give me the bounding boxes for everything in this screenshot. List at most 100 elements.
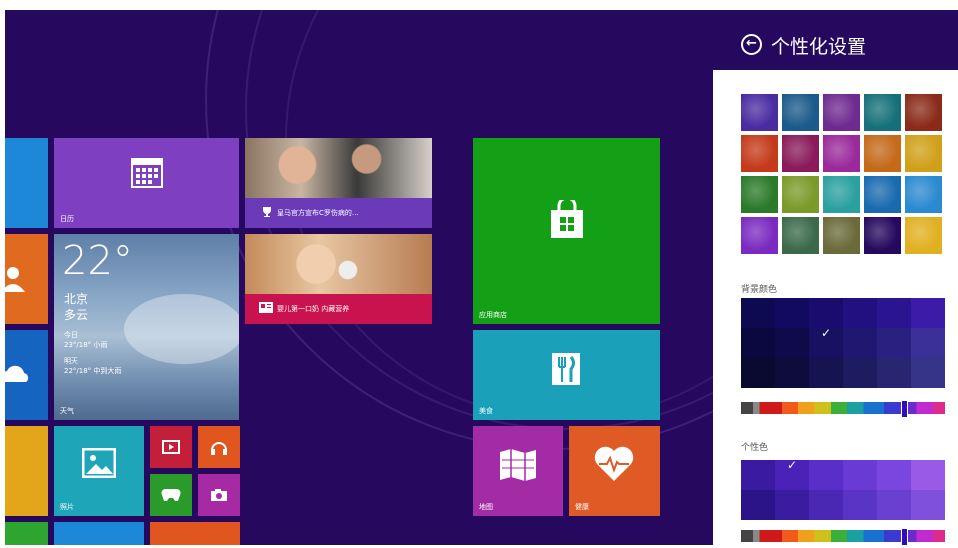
background-pattern-option[interactable] — [905, 94, 942, 131]
background-pattern-option[interactable] — [782, 135, 819, 172]
tile-photos[interactable]: 照片 — [54, 426, 144, 516]
color-swatch[interactable] — [843, 358, 877, 388]
hue-slider-thumb[interactable] — [901, 528, 908, 545]
hue-slider-track[interactable] — [741, 402, 945, 414]
tile-camera[interactable] — [198, 474, 240, 516]
color-swatch[interactable] — [741, 490, 775, 520]
tile-people[interactable] — [5, 234, 48, 324]
background-color-label: 背景颜色 — [741, 285, 778, 295]
color-swatch[interactable] — [809, 298, 843, 328]
background-pattern-option[interactable] — [741, 94, 778, 131]
store-bag-icon — [551, 200, 583, 238]
heart-pulse-icon — [594, 446, 634, 481]
start-screen-background: 日历 22° 北京 多云 今日 23°/18° 小雨 明天 22°/18° 中到… — [5, 10, 713, 545]
background-pattern-option[interactable] — [823, 217, 860, 254]
calendar-label: 日历 — [60, 215, 74, 223]
weather-tomorrow-forecast: 22°/18° 中到大雨 — [64, 367, 122, 375]
tile-music[interactable] — [198, 426, 240, 468]
photo-icon — [82, 448, 116, 478]
windows-start-screen: 日历 22° 北京 多云 今日 23°/18° 小雨 明天 22°/18° 中到… — [0, 0, 958, 548]
color-swatch[interactable] — [809, 490, 843, 520]
color-swatch[interactable] — [741, 298, 775, 328]
color-swatch[interactable] — [877, 460, 911, 490]
color-swatch[interactable] — [775, 358, 809, 388]
tile-games[interactable] — [150, 474, 192, 516]
background-pattern-option[interactable] — [864, 94, 901, 131]
people-icon — [5, 267, 25, 292]
color-swatch[interactable] — [911, 490, 945, 520]
color-swatch[interactable] — [741, 358, 775, 388]
background-pattern-option[interactable] — [741, 176, 778, 213]
color-swatch[interactable] — [809, 460, 843, 490]
background-pattern-option[interactable] — [905, 176, 942, 213]
back-arrow-circle-icon[interactable]: ← — [741, 34, 762, 55]
color-swatch[interactable] — [843, 460, 877, 490]
tile-food[interactable]: 美食 — [473, 330, 660, 420]
weather-temp: 22° — [62, 238, 133, 284]
hue-slider-thumb[interactable] — [901, 400, 908, 418]
background-pattern-option[interactable] — [905, 135, 942, 172]
tile-news-sports[interactable]: 皇马官方宣布C罗伤病的… — [245, 138, 432, 228]
weather-label: 天气 — [60, 407, 74, 415]
color-swatch[interactable] — [775, 298, 809, 328]
color-swatch[interactable] — [877, 490, 911, 520]
color-swatch[interactable] — [877, 298, 911, 328]
color-swatch[interactable] — [741, 328, 775, 358]
weather-condition: 多云 — [64, 308, 89, 322]
panel-title: 个性化设置 — [771, 36, 867, 58]
tile-partial-bottom-orange[interactable] — [150, 522, 240, 545]
weather-today-label: 今日 — [64, 331, 78, 339]
background-pattern-option[interactable] — [741, 217, 778, 254]
color-swatch[interactable] — [809, 358, 843, 388]
background-pattern-option[interactable] — [782, 94, 819, 131]
news-icon — [259, 302, 273, 313]
background-pattern-option[interactable] — [864, 217, 901, 254]
selected-check-icon: ✓ — [787, 458, 798, 472]
background-pattern-option[interactable] — [823, 135, 860, 172]
fork-knife-icon — [552, 353, 580, 385]
weather-clouds — [124, 294, 239, 364]
tile-video[interactable] — [150, 426, 192, 468]
tile-partial-green[interactable] — [5, 522, 48, 545]
color-swatch[interactable] — [911, 358, 945, 388]
tile-maps[interactable]: 地图 — [473, 426, 563, 516]
background-pattern-option[interactable] — [823, 176, 860, 213]
background-pattern-option[interactable] — [741, 135, 778, 172]
selected-check-icon: ✓ — [821, 326, 832, 340]
background-pattern-option[interactable] — [905, 217, 942, 254]
tile-news-health[interactable]: 婴儿第一口奶 内藏营养 — [245, 234, 432, 324]
tile-onedrive[interactable] — [5, 330, 48, 420]
video-icon — [162, 440, 180, 454]
background-pattern-option[interactable] — [823, 94, 860, 131]
background-pattern-option[interactable] — [864, 176, 901, 213]
color-swatch[interactable] — [775, 328, 809, 358]
color-swatch[interactable] — [843, 490, 877, 520]
color-swatch[interactable] — [911, 328, 945, 358]
accent-color-label: 个性色 — [741, 443, 769, 453]
color-swatch[interactable] — [843, 298, 877, 328]
background-pattern-option[interactable] — [864, 135, 901, 172]
gamepad-icon — [161, 489, 181, 501]
news-photo-baby — [245, 234, 432, 294]
color-swatch[interactable] — [911, 298, 945, 328]
tile-calendar[interactable]: 日历 — [54, 138, 239, 228]
background-pattern-option[interactable] — [782, 217, 819, 254]
color-swatch[interactable] — [843, 328, 877, 358]
tile-partial-yellow[interactable] — [5, 426, 48, 516]
background-pattern-option[interactable] — [782, 176, 819, 213]
hue-slider-track[interactable] — [741, 530, 945, 542]
personalize-panel: ← 个性化设置 背景颜色 ✓ 个性色 ✓ — [713, 10, 958, 545]
tile-partial-bottom-blue[interactable] — [54, 522, 144, 545]
color-swatch[interactable] — [741, 460, 775, 490]
color-swatch[interactable] — [911, 460, 945, 490]
tile-weather[interactable]: 22° 北京 多云 今日 23°/18° 小雨 明天 22°/18° 中到大雨 … — [54, 234, 239, 420]
tile-partial-blue[interactable] — [5, 138, 48, 228]
color-swatch[interactable] — [877, 358, 911, 388]
food-label: 美食 — [479, 407, 493, 415]
color-swatch[interactable] — [877, 328, 911, 358]
tile-store[interactable]: 应用商店 — [473, 138, 660, 324]
weather-today-forecast: 23°/18° 小雨 — [64, 341, 108, 349]
headphones-icon — [211, 442, 227, 455]
color-swatch[interactable] — [775, 490, 809, 520]
tile-health[interactable]: 健康 — [569, 426, 660, 516]
